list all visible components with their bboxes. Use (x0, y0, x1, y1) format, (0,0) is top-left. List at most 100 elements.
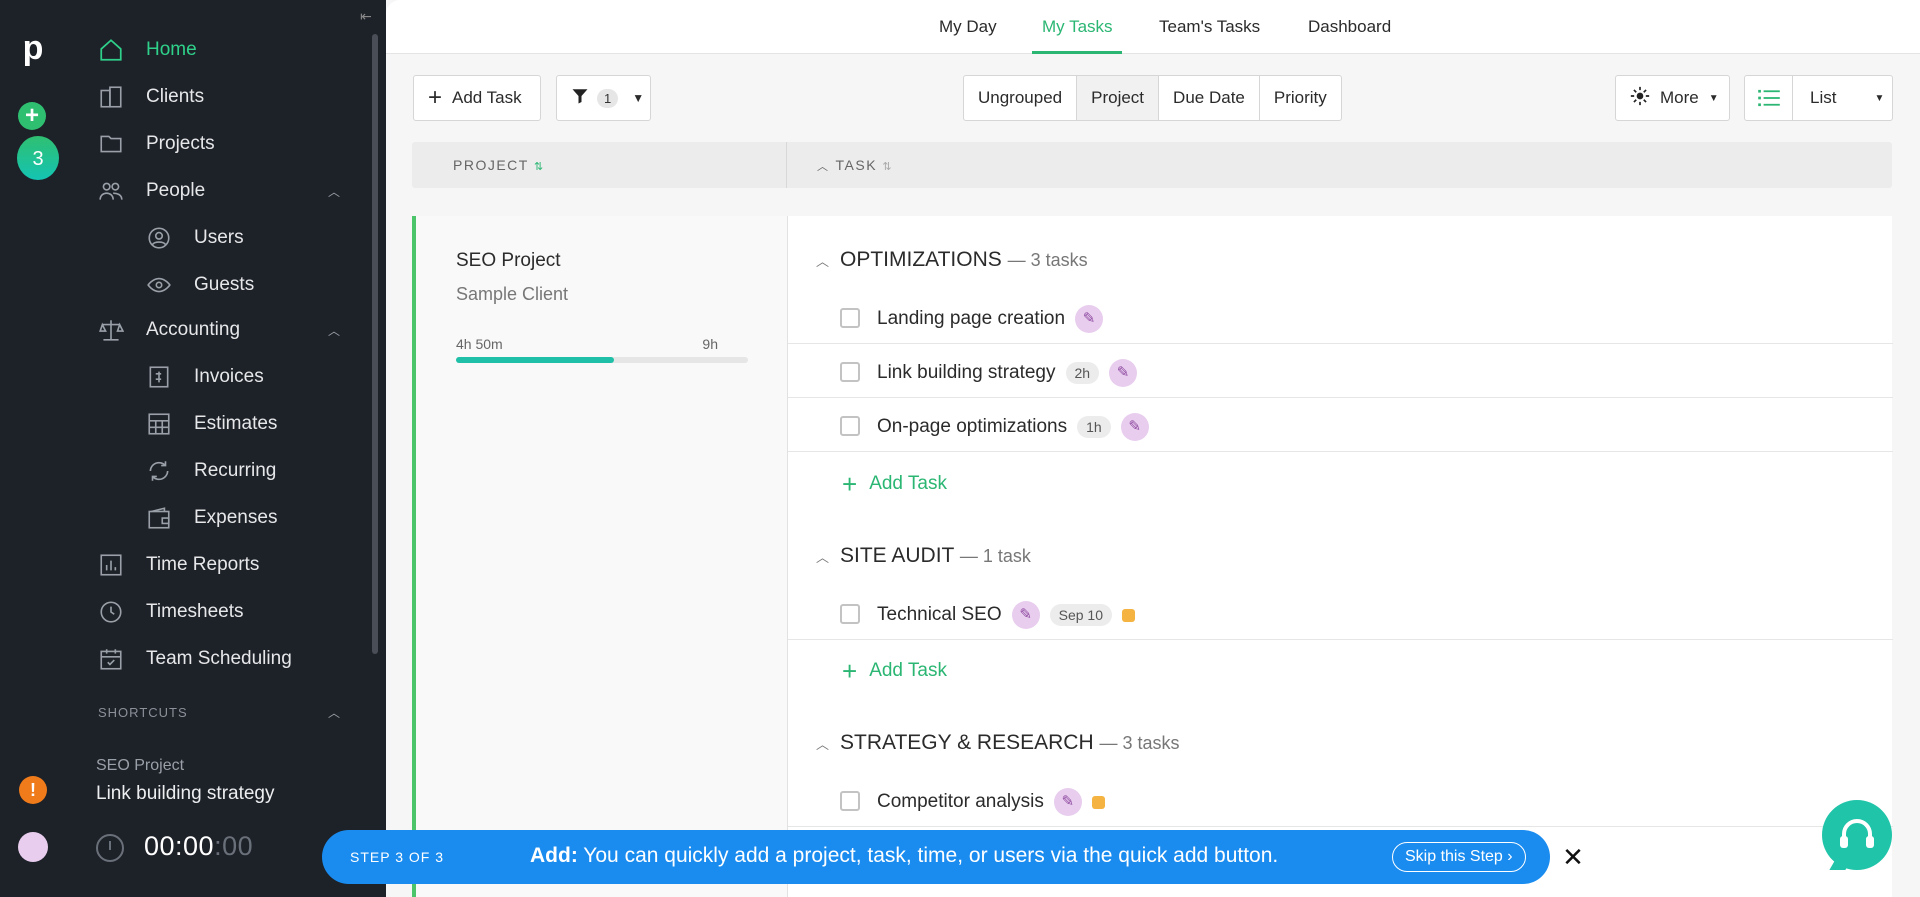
column-divider (786, 142, 787, 188)
task-row[interactable]: On-page optimizations 1h ✎ (788, 398, 1893, 452)
quick-add-button[interactable]: + (18, 102, 46, 130)
shortcut-task[interactable]: Link building strategy (96, 783, 275, 805)
task-name[interactable]: Technical SEO (877, 604, 1002, 626)
skip-step-button[interactable]: Skip this Step › (1392, 842, 1526, 872)
add-task-link[interactable]: + Add Task (842, 658, 947, 684)
group-project[interactable]: Project (1077, 76, 1160, 120)
timer-icon[interactable] (96, 834, 124, 862)
chevron-up-icon[interactable]: ︿ (328, 704, 340, 721)
timer-seconds: 00 (222, 831, 254, 861)
more-button[interactable]: More ▼ (1615, 75, 1730, 121)
task-row[interactable]: Link building strategy 2h ✎ (788, 344, 1893, 398)
chevron-up-icon[interactable]: ︿ (816, 734, 834, 753)
task-checkbox[interactable] (840, 362, 860, 382)
tab-my-day[interactable]: My Day (939, 17, 997, 37)
due-date-badge[interactable]: Sep 10 (1049, 604, 1112, 626)
close-tour-button[interactable]: ✕ (1550, 834, 1596, 880)
group-header-strategy-research[interactable]: ︿ STRATEGY & RESEARCH — 3 tasks (816, 731, 1180, 755)
home-icon (96, 35, 126, 65)
group-ungrouped[interactable]: Ungrouped (964, 76, 1078, 120)
scale-icon (96, 315, 126, 345)
sidebar-item-estimates[interactable]: Estimates (66, 404, 366, 444)
estimate-badge: 2h (1065, 362, 1100, 384)
project-name[interactable]: SEO Project (456, 250, 561, 272)
task-name-wrap: Landing page creation ✎ (877, 305, 1104, 333)
group-header-optimizations[interactable]: ︿ OPTIMIZATIONS — 3 tasks (816, 248, 1088, 272)
sidebar-item-timesheets[interactable]: Timesheets (66, 592, 366, 632)
group-due-date[interactable]: Due Date (1159, 76, 1260, 120)
sidebar-scrollbar[interactable] (372, 34, 378, 654)
shortcuts-title: SHORTCUTS (98, 705, 188, 720)
time-spent: 4h 50m (456, 336, 503, 352)
filter-button[interactable]: 1 ▼ (556, 75, 651, 121)
project-client[interactable]: Sample Client (456, 284, 568, 305)
chevron-up-icon[interactable]: ︿ (328, 322, 340, 339)
list-view-icon[interactable] (1745, 76, 1793, 120)
user-avatar[interactable] (18, 832, 48, 862)
tour-title: Add: (530, 844, 578, 867)
add-task-button[interactable]: + Add Task (413, 75, 541, 121)
chevron-up-icon[interactable]: ︿ (816, 547, 834, 566)
sidebar-item-invoices[interactable]: Invoices (66, 357, 366, 397)
task-row[interactable]: Landing page creation ✎ (788, 290, 1893, 344)
sidebar-item-team-scheduling[interactable]: Team Scheduling (66, 639, 366, 679)
sort-icon: ⇅ (533, 161, 545, 173)
priority-flag-icon[interactable] (1122, 608, 1135, 622)
sidebar-item-people[interactable]: People ︿ (66, 171, 366, 211)
task-name[interactable]: Link building strategy (877, 362, 1056, 384)
alert-icon[interactable]: ! (19, 776, 47, 804)
group-header-site-audit[interactable]: ︿ SITE AUDIT — 1 task (816, 544, 1031, 568)
task-name[interactable]: Competitor analysis (877, 791, 1044, 813)
sidebar-item-projects[interactable]: Projects (66, 124, 366, 164)
app-rail: p + 3 ! (0, 0, 66, 897)
task-name[interactable]: On-page optimizations (877, 416, 1067, 438)
task-checkbox[interactable] (840, 308, 860, 328)
sidebar-item-accounting[interactable]: Accounting ︿ (66, 310, 366, 350)
group-priority[interactable]: Priority (1260, 76, 1341, 120)
caret-down-icon[interactable]: ▼ (1874, 93, 1884, 104)
assignee-avatar-icon[interactable]: ✎ (1075, 305, 1104, 333)
add-task-link[interactable]: + Add Task (842, 471, 947, 497)
task-checkbox[interactable] (840, 791, 860, 811)
filter-icon (571, 87, 589, 110)
support-chat-button[interactable] (1822, 800, 1892, 870)
task-checkbox[interactable] (840, 604, 860, 624)
chevron-up-icon[interactable]: ︿ (816, 251, 834, 270)
timer-sep: : (214, 831, 223, 861)
shortcut-project[interactable]: SEO Project (96, 757, 184, 775)
assignee-avatar-icon[interactable]: ✎ (1011, 601, 1040, 629)
add-task-link-label: Add Task (869, 473, 947, 494)
view-label[interactable]: List (1810, 88, 1836, 108)
column-task[interactable]: ︿ TASK ⇅ (817, 157, 893, 174)
task-name[interactable]: Landing page creation (877, 308, 1065, 330)
sidebar-item-clients[interactable]: Clients (66, 77, 366, 117)
assignee-avatar-icon[interactable]: ✎ (1053, 788, 1082, 816)
task-row[interactable]: Competitor analysis ✎ (788, 773, 1893, 827)
logo[interactable]: p (18, 30, 48, 66)
sidebar-item-label: Timesheets (146, 601, 244, 622)
priority-flag-icon[interactable] (1091, 795, 1105, 809)
sidebar-item-time-reports[interactable]: Time Reports (66, 545, 366, 585)
sidebar-item-label: Users (194, 227, 244, 248)
wallet-icon (144, 503, 174, 533)
filter-count-badge: 1 (597, 88, 619, 108)
tab-my-tasks[interactable]: My Tasks (1042, 17, 1113, 37)
tab-teams-tasks[interactable]: Team's Tasks (1159, 17, 1260, 37)
tab-dashboard[interactable]: Dashboard (1308, 17, 1391, 37)
task-name-wrap: On-page optimizations 1h ✎ (877, 413, 1149, 441)
column-project[interactable]: PROJECT ⇅ (453, 157, 545, 173)
notification-badge[interactable]: 3 (17, 136, 59, 180)
assignee-avatar-icon[interactable]: ✎ (1109, 359, 1138, 387)
task-checkbox[interactable] (840, 416, 860, 436)
sidebar-item-expenses[interactable]: Expenses (66, 498, 366, 538)
sidebar-item-guests[interactable]: Guests (66, 265, 366, 305)
more-label: More (1660, 88, 1699, 107)
sidebar-item-recurring[interactable]: Recurring (66, 451, 366, 491)
collapse-sidebar-icon[interactable]: ⇤ (360, 8, 372, 25)
task-row[interactable]: Technical SEO ✎ Sep 10 (788, 586, 1893, 640)
skip-step-label: Skip this Step (1405, 848, 1503, 865)
sidebar-item-home[interactable]: Home (66, 30, 366, 70)
sidebar-item-users[interactable]: Users (66, 218, 366, 258)
assignee-avatar-icon[interactable]: ✎ (1120, 413, 1149, 441)
chevron-up-icon[interactable]: ︿ (328, 183, 340, 200)
